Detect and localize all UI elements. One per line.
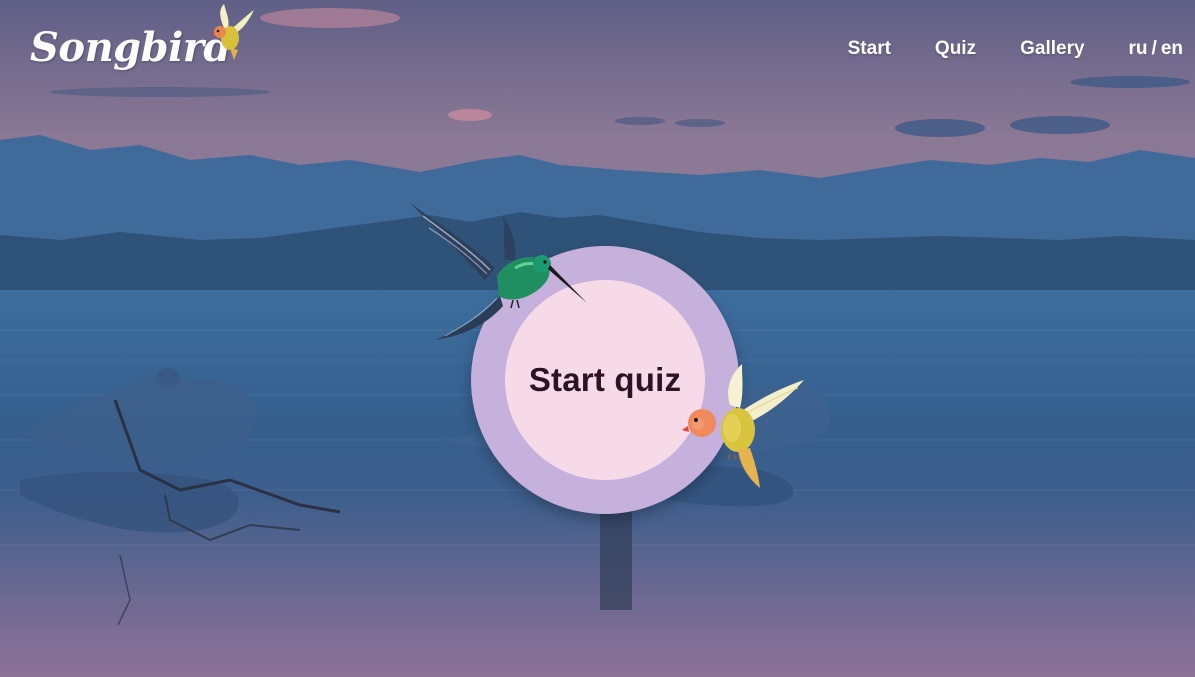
main-nav: Start Quiz Gallery ru / en [804, 38, 1183, 60]
start-quiz-label: Start quiz [528, 361, 682, 398]
lang-ru-option[interactable]: ru [1129, 38, 1148, 60]
nav-quiz-link[interactable]: Quiz [935, 38, 976, 60]
lang-en-option[interactable]: en [1161, 38, 1183, 60]
lovebird-icon [211, 4, 254, 60]
hummingbird-icon [410, 203, 587, 340]
lang-separator: / [1151, 38, 1157, 59]
nav-start-link[interactable]: Start [848, 38, 891, 60]
logo[interactable]: Songbird [30, 4, 270, 88]
language-switcher: ru / en [1129, 38, 1183, 60]
lovebird-icon [682, 364, 804, 488]
nav-gallery-link[interactable]: Gallery [1020, 38, 1084, 60]
